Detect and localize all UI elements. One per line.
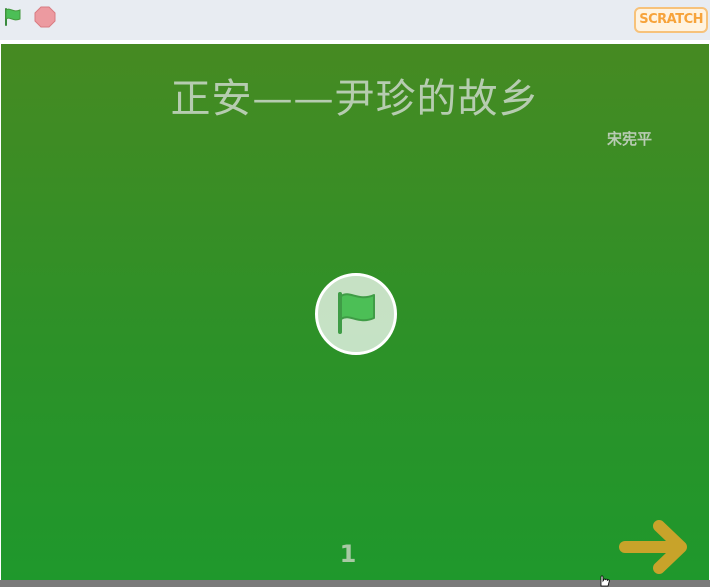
green-flag-button[interactable] [2, 6, 24, 28]
player-toolbar: SCRATCH [0, 0, 710, 40]
scratch-logo[interactable]: SCRATCH [634, 7, 708, 33]
stop-button[interactable] [34, 6, 56, 28]
green-flag-icon [338, 292, 375, 334]
page-title: 正安——尹珍的故乡 [170, 76, 540, 122]
page-number: 1 [339, 540, 357, 568]
author-name: 宋宪平 [607, 130, 653, 148]
start-project-button[interactable] [315, 273, 397, 355]
stage[interactable]: 正安——尹珍的故乡 宋宪平 1 [1, 44, 709, 580]
next-page-button[interactable] [619, 518, 691, 576]
stop-sign-icon [34, 6, 56, 28]
arrow-right-icon [619, 520, 687, 574]
toolbar-divider [0, 40, 710, 43]
hand-cursor-icon [600, 575, 610, 587]
green-flag-icon [5, 8, 21, 26]
